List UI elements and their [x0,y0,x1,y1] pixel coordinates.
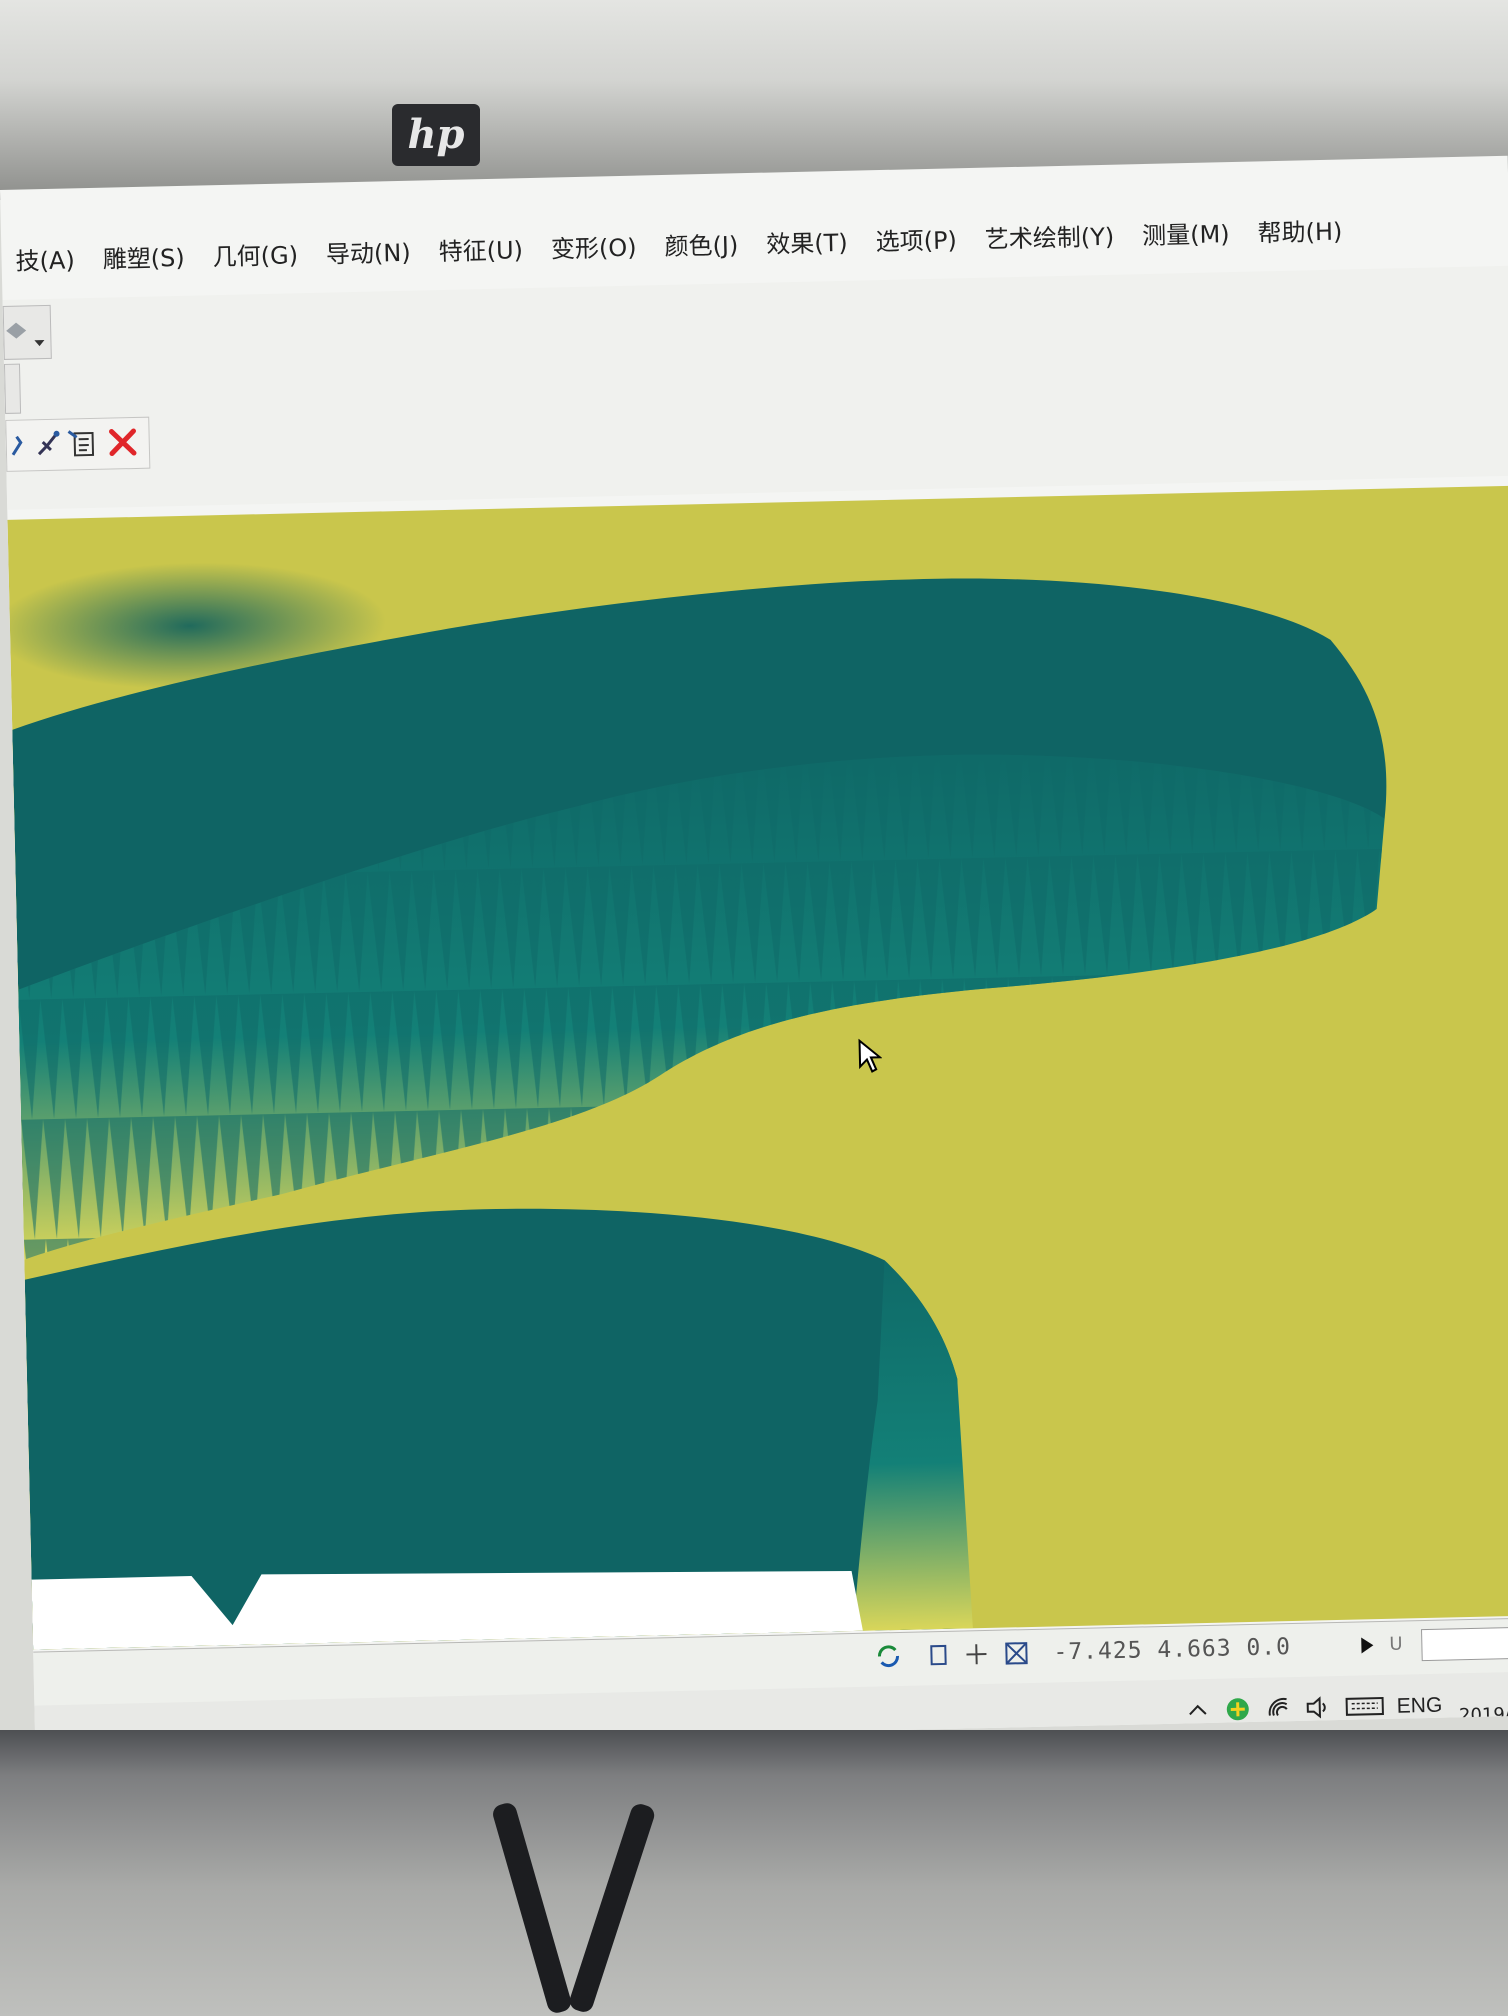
delete-x-icon[interactable] [106,426,139,459]
menu-item-deform[interactable]: 变形(O) [536,227,650,265]
speaker-icon[interactable] [1304,1694,1331,1721]
clock-date: 2019/2/2 [1458,1703,1508,1727]
menu-item-effects[interactable]: 效果(T) [752,222,862,259]
wifi-icon[interactable] [1266,1695,1293,1722]
chevron-up-icon[interactable] [1185,1697,1212,1724]
shape-dropdown[interactable] [2,304,52,360]
shield-plus-icon[interactable] [1224,1696,1251,1723]
mouse-cursor-icon [858,1038,883,1073]
menu-item-help[interactable]: 帮助(H) [1243,211,1357,249]
keyboard-icon[interactable] [1344,1693,1385,1720]
input-language[interactable]: ENG [1396,1694,1442,1719]
status-unit-hint: U [1389,1633,1403,1655]
cube-dropdown-icon [6,322,27,339]
menu-item-feature[interactable]: 特征(U) [424,229,537,267]
menu-item-options[interactable]: 选项(P) [861,219,971,256]
menu-item-art-paint[interactable]: 艺术绘制(Y) [970,216,1128,255]
menu-item-geometry[interactable]: 几何(G) [198,234,312,272]
list-edit-icon[interactable] [66,427,99,460]
fit-view-icon[interactable] [1003,1640,1030,1667]
plus-icon[interactable] [963,1641,990,1668]
play-icon[interactable] [1353,1632,1380,1659]
screen: 技(A) 雕塑(S) 几何(G) 导动(N) 特征(U) 变形(O) 颜色(J)… [0,155,1508,1750]
menu-item-sweep[interactable]: 导动(N) [312,232,425,270]
menu-item-color[interactable]: 颜色(J) [650,224,753,261]
relief-surface-render [12,578,1387,1650]
secondary-dropdown[interactable] [3,363,22,414]
refresh-icon[interactable] [875,1643,902,1670]
cursor-coordinates: -7.425 4.663 0.0 [1053,1634,1292,1666]
menu-item-measure[interactable]: 测量(M) [1128,213,1244,251]
menu-item-a[interactable]: 技(A) [1,240,89,277]
paper-icon[interactable] [925,1642,952,1669]
3d-viewport[interactable] [7,485,1508,1650]
monitor-bezel-bottom [0,1730,1508,2016]
chevron-down-icon [34,340,45,347]
status-input[interactable] [1421,1625,1508,1662]
tool-group [5,416,151,472]
hp-logo: hp [392,104,480,166]
menu-item-sculpt[interactable]: 雕塑(S) [88,237,199,274]
pen-tool-icon[interactable] [32,428,65,461]
toolbar [2,265,1508,510]
